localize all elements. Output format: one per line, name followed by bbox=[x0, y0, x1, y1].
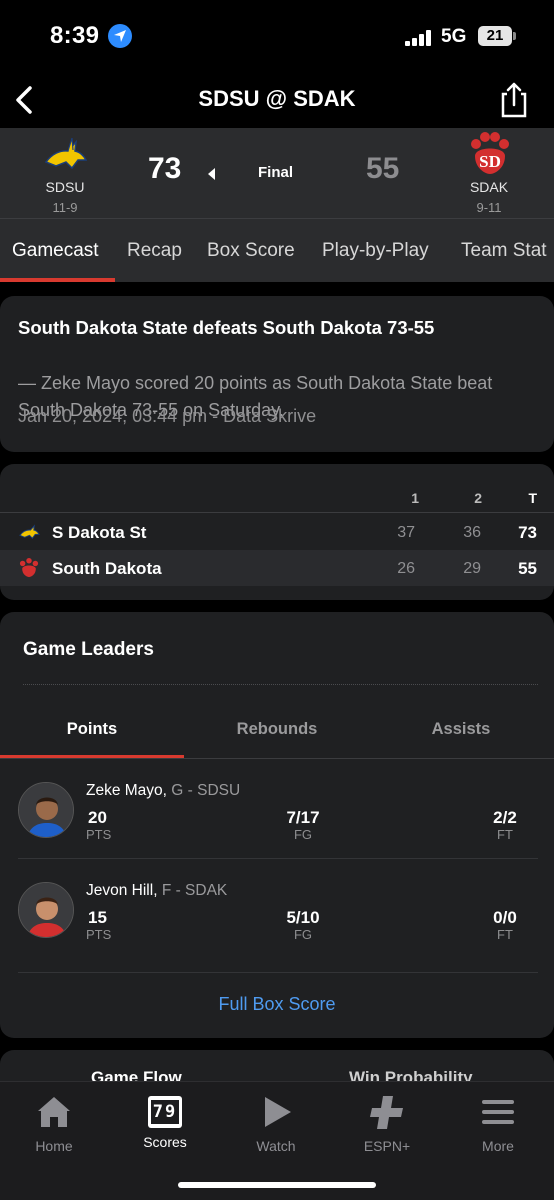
player-name: Zeke Mayo, G - SDSU bbox=[86, 782, 240, 800]
battery-icon: 21 bbox=[478, 26, 512, 46]
tabbar-watch-label: Watch bbox=[256, 1138, 296, 1154]
tabbar-espn-plus[interactable]: ESPN+ bbox=[342, 1092, 432, 1154]
home-team-abbr: SDAK bbox=[469, 179, 509, 195]
linescore-card: 1 2 T S Dakota St 37 36 73 South Dakota … bbox=[0, 464, 554, 600]
divider bbox=[0, 512, 554, 513]
tabbar-more-label: More bbox=[482, 1138, 514, 1154]
tabbar-scores-label: Scores bbox=[143, 1134, 187, 1150]
linescore-header-q1: 1 bbox=[411, 490, 419, 506]
divider bbox=[18, 972, 538, 973]
stat-fg-value: 5/10 bbox=[286, 908, 320, 927]
jackrabbit-logo-icon[interactable] bbox=[42, 136, 88, 174]
location-arrow-icon bbox=[108, 24, 132, 48]
tabbar-home-label: Home bbox=[35, 1138, 73, 1154]
game-leaders-title: Game Leaders bbox=[23, 639, 154, 660]
svg-text:SD: SD bbox=[479, 152, 501, 171]
linescore-row: South Dakota 26 29 55 bbox=[0, 550, 554, 586]
player-name-text: Zeke Mayo, bbox=[86, 782, 167, 799]
home-indicator[interactable] bbox=[178, 1182, 376, 1188]
tabbar-home[interactable]: Home bbox=[9, 1092, 99, 1154]
stat-fg-value: 7/17 bbox=[286, 808, 320, 827]
stat-fg-label: FG bbox=[293, 827, 313, 842]
away-score: 73 bbox=[148, 152, 182, 185]
leader-row[interactable]: Jevon Hill, F - SDAK 15 PTS 5/10 FG 0/0 … bbox=[0, 882, 554, 968]
plus-icon bbox=[370, 1096, 403, 1129]
story-headline[interactable]: South Dakota State defeats South Dakota … bbox=[18, 316, 538, 340]
winner-arrow-icon bbox=[208, 168, 215, 180]
signal-icon bbox=[405, 30, 431, 46]
away-team-record: 11-9 bbox=[52, 200, 78, 215]
linescore-row: S Dakota St 37 36 73 bbox=[0, 514, 554, 550]
leaders-tab-points[interactable]: Points bbox=[0, 720, 184, 739]
share-button[interactable] bbox=[496, 80, 532, 120]
linescore-team-name: S Dakota St bbox=[52, 523, 147, 542]
tabbar-watch[interactable]: Watch bbox=[231, 1092, 321, 1154]
linescore-total: 73 bbox=[518, 523, 537, 542]
linescore-total: 55 bbox=[518, 559, 537, 578]
leaders-tab-assists[interactable]: Assists bbox=[369, 720, 553, 739]
linescore-q1: 26 bbox=[397, 560, 415, 577]
tabbar-espn-plus-label: ESPN+ bbox=[363, 1138, 411, 1154]
status-time: 8:39 bbox=[50, 22, 100, 49]
tab-box-score[interactable]: Box Score bbox=[207, 240, 295, 262]
leader-row[interactable]: Zeke Mayo, G - SDSU 20 PTS 7/17 FG 2/2 F… bbox=[0, 782, 554, 868]
play-icon bbox=[265, 1097, 291, 1127]
coyote-paw-logo-icon bbox=[19, 558, 39, 578]
linescore-q2: 29 bbox=[463, 560, 481, 577]
tab-play-by-play[interactable]: Play-by-Play bbox=[322, 240, 429, 262]
stat-fg-label: FG bbox=[293, 927, 313, 942]
stat-pts-value: 15 bbox=[88, 908, 107, 927]
game-leaders-card: Game Leaders Points Rebounds Assists Zek… bbox=[0, 612, 554, 1038]
share-icon bbox=[501, 82, 527, 118]
leaders-tab-rebounds[interactable]: Rebounds bbox=[185, 720, 369, 739]
home-team-record: 9-11 bbox=[476, 200, 502, 215]
tab-team-stats[interactable]: Team Stat bbox=[461, 240, 547, 262]
network-label: 5G bbox=[441, 26, 467, 47]
coyote-paw-logo-icon[interactable]: SD bbox=[467, 132, 513, 176]
battery-tip bbox=[513, 32, 516, 40]
linescore-header-q2: 2 bbox=[474, 490, 482, 506]
game-status: Final bbox=[258, 164, 294, 181]
divider bbox=[23, 684, 538, 685]
status-bar: 8:39 5G 21 bbox=[0, 0, 554, 72]
avatar bbox=[18, 782, 74, 838]
divider bbox=[0, 758, 554, 759]
stat-ft-label: FT bbox=[497, 827, 513, 842]
page-title: SDSU @ SDAK bbox=[198, 86, 356, 111]
linescore-q2: 36 bbox=[463, 524, 481, 541]
home-icon bbox=[38, 1097, 70, 1127]
menu-icon bbox=[482, 1100, 514, 1124]
score-header: SDSU 11-9 73 Final 55 SD SDAK 9-11 bbox=[0, 128, 554, 218]
linescore-team-name: South Dakota bbox=[52, 559, 162, 578]
active-tab-indicator bbox=[0, 278, 115, 282]
recap-story-card[interactable]: South Dakota State defeats South Dakota … bbox=[0, 296, 554, 452]
story-meta: Jan 20, 2024, 03:44 pm - Data Skrive bbox=[18, 406, 317, 426]
stat-ft-value: 2/2 bbox=[493, 808, 517, 827]
stat-pts-label: PTS bbox=[86, 827, 112, 842]
stat-pts-value: 20 bbox=[88, 808, 107, 827]
player-name-text: Jevon Hill, bbox=[86, 882, 158, 899]
tab-recap[interactable]: Recap bbox=[127, 240, 182, 262]
linescore-header-total: T bbox=[528, 490, 537, 506]
gamecast-tabs: Gamecast Recap Box Score Play-by-Play Te… bbox=[0, 218, 554, 282]
player-position: G - SDSU bbox=[171, 782, 241, 799]
stat-ft-label: FT bbox=[497, 927, 513, 942]
scoreboard-icon: 79 bbox=[148, 1096, 182, 1128]
player-position: F - SDAK bbox=[161, 882, 228, 899]
divider bbox=[18, 858, 538, 859]
nav-header: SDSU @ SDAK bbox=[0, 72, 554, 128]
away-team-abbr: SDSU bbox=[45, 179, 85, 195]
avatar bbox=[18, 882, 74, 938]
full-box-score-link[interactable]: Full Box Score bbox=[0, 994, 554, 1015]
stat-ft-value: 0/0 bbox=[493, 908, 517, 927]
tab-gamecast[interactable]: Gamecast bbox=[12, 240, 99, 262]
player-name: Jevon Hill, F - SDAK bbox=[86, 882, 227, 900]
scoreboard-icon-text: 79 bbox=[151, 1100, 179, 1124]
stat-pts-label: PTS bbox=[86, 927, 112, 942]
linescore-q1: 37 bbox=[397, 524, 415, 541]
tabbar-more[interactable]: More bbox=[453, 1092, 543, 1154]
home-score: 55 bbox=[366, 152, 400, 185]
jackrabbit-logo-icon bbox=[19, 524, 40, 539]
tabbar-scores[interactable]: 79 Scores bbox=[120, 1092, 210, 1150]
